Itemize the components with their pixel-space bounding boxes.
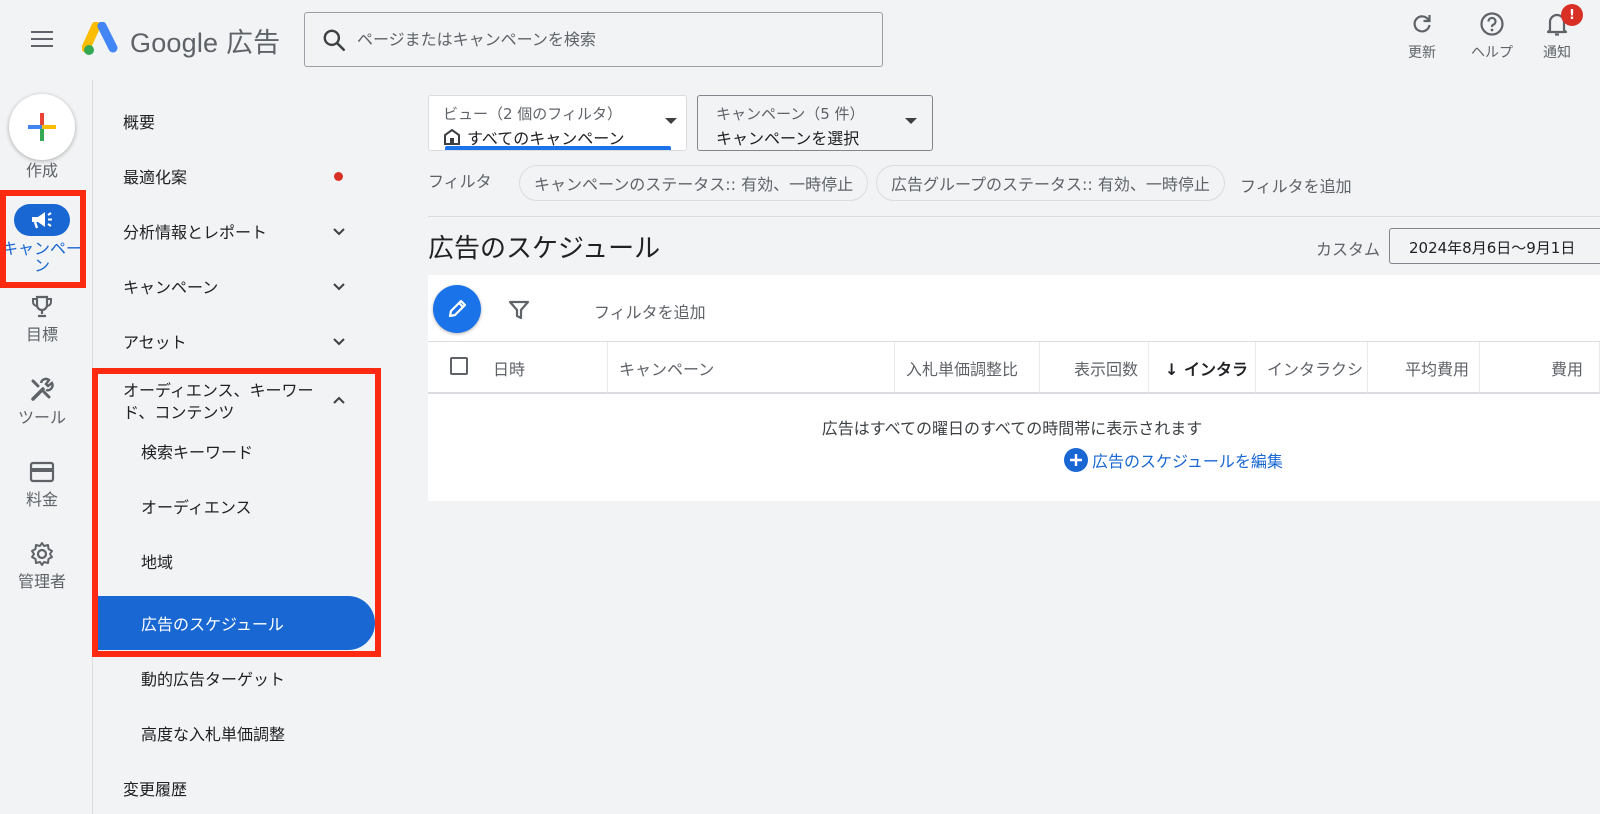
rail-create-label-wrap: 作成 bbox=[0, 162, 84, 179]
create-label: 作成 bbox=[25, 161, 58, 180]
sidebar-item-insights-reports[interactable]: 分析情報とレポート bbox=[93, 204, 377, 258]
column-header-bid-adjustment[interactable]: 入札単価調整比 bbox=[895, 342, 1040, 393]
filter-chip-adgroup-status[interactable]: 広告グループのステータス:: 有効、一時停止 bbox=[876, 165, 1225, 201]
column-header-impressions[interactable]: 表示回数 bbox=[1040, 342, 1149, 393]
add-filter-link[interactable]: フィルタを追加 bbox=[1240, 173, 1352, 197]
filter-label: フィルタ bbox=[428, 172, 492, 191]
gear-icon bbox=[31, 542, 53, 566]
rail-item-tools[interactable]: ツール bbox=[0, 375, 84, 426]
sidebar-item-advanced-bid-adjustments[interactable]: 高度な入札単価調整 bbox=[93, 706, 377, 760]
building-icon bbox=[444, 128, 460, 145]
google-ads-logo[interactable]: Google 広告 bbox=[82, 20, 280, 60]
campaign-selector-value: キャンペーンを選択 bbox=[716, 129, 860, 148]
sidebar-item-campaigns[interactable]: キャンペーン bbox=[93, 259, 377, 313]
column-header-interactions-sorted[interactable]: ↓ インタラ bbox=[1149, 342, 1256, 393]
campaign-selector-label: キャンペーン（5 件） bbox=[716, 105, 865, 123]
filter-chip-campaign-status[interactable]: キャンペーンのステータス:: 有効、一時停止 bbox=[519, 165, 869, 201]
refresh-label: 更新 bbox=[1408, 45, 1436, 61]
view-selector-label: ビュー（2 個のフィルタ） bbox=[443, 105, 623, 123]
divider bbox=[428, 216, 1600, 217]
notifications-label: 通知 bbox=[1543, 45, 1571, 61]
sidebar-item-recommendations[interactable]: 最適化案 bbox=[93, 149, 377, 203]
rail-tools-label: ツール bbox=[17, 408, 66, 427]
add-circle-icon bbox=[1064, 448, 1088, 472]
hamburger-menu-icon[interactable] bbox=[26, 26, 58, 54]
pencil-icon bbox=[448, 299, 467, 318]
rail-billing-label: 料金 bbox=[25, 490, 58, 509]
chevron-down-icon bbox=[327, 337, 351, 346]
column-header-cost[interactable]: 費用 bbox=[1480, 342, 1600, 393]
sidebar-item-label: 変更履歴 bbox=[123, 780, 188, 799]
highlight-box-sidebar bbox=[92, 368, 381, 657]
empty-state-message: 広告はすべての曜日のすべての時間帯に表示されます bbox=[821, 419, 1203, 438]
help-button[interactable]: ヘルプ bbox=[1462, 10, 1522, 62]
create-button[interactable] bbox=[9, 94, 75, 160]
caret-down-icon bbox=[905, 118, 917, 124]
page-title: 広告のスケジュール bbox=[428, 234, 661, 264]
filter-icon bbox=[508, 300, 530, 320]
sidebar-item-label: キャンペーン bbox=[123, 278, 219, 297]
top-header: Google 広告 更新 ヘルプ bbox=[0, 0, 1600, 80]
refresh-icon bbox=[1413, 15, 1431, 33]
search-input[interactable] bbox=[357, 30, 857, 49]
view-selector-underline bbox=[445, 146, 671, 150]
sidebar-item-label: 概要 bbox=[123, 113, 156, 132]
rail-item-billing[interactable]: 料金 bbox=[0, 457, 84, 508]
refresh-button[interactable]: 更新 bbox=[1392, 10, 1452, 62]
highlight-box-rail bbox=[0, 190, 86, 288]
sidebar-item-overview[interactable]: 概要 bbox=[93, 94, 377, 148]
filter-button[interactable] bbox=[504, 295, 534, 325]
sidebar-item-dynamic-ad-targets[interactable]: 動的広告ターゲット bbox=[93, 651, 377, 705]
rail-admin-label: 管理者 bbox=[17, 572, 66, 591]
edit-button[interactable] bbox=[433, 285, 481, 333]
edit-ad-schedule-label: 広告のスケジュールを編集 bbox=[1092, 452, 1283, 471]
tools-icon bbox=[31, 377, 54, 401]
help-label: ヘルプ bbox=[1471, 45, 1513, 61]
sidebar-item-label: 分析情報とレポート bbox=[123, 223, 268, 242]
column-header-interaction-rate[interactable]: インタラクシ bbox=[1256, 342, 1368, 393]
logo-text: Google 広告 bbox=[130, 27, 281, 58]
rail-item-goals[interactable]: 目標 bbox=[0, 292, 84, 343]
search-box[interactable] bbox=[304, 12, 883, 67]
date-preset-label: カスタム bbox=[1316, 240, 1381, 259]
rail-item-admin[interactable]: 管理者 bbox=[0, 539, 84, 590]
plus-icon bbox=[28, 113, 56, 141]
search-icon bbox=[323, 29, 346, 51]
table-header: 日時 キャンペーン 入札単価調整比 表示回数 ↓ インタラ インタラクシ 平均費… bbox=[428, 341, 1600, 394]
campaign-selector[interactable]: キャンペーン（5 件） キャンペーンを選択 bbox=[697, 95, 933, 151]
trophy-icon bbox=[32, 295, 52, 318]
notification-badge: ! bbox=[1561, 4, 1583, 26]
notification-dot bbox=[334, 171, 343, 181]
column-header-avg-cost[interactable]: 平均費用 bbox=[1368, 342, 1480, 393]
column-header-datetime[interactable]: 日時 bbox=[428, 342, 608, 393]
rail-goals-label: 目標 bbox=[25, 325, 58, 344]
table-add-filter[interactable]: フィルタを追加 bbox=[594, 299, 706, 323]
help-icon bbox=[1480, 12, 1504, 36]
sidebar-item-label: 動的広告ターゲット bbox=[141, 670, 286, 689]
view-selector[interactable]: ビュー（2 個のフィルタ） すべてのキャンペーン bbox=[428, 95, 687, 151]
chevron-down-icon bbox=[327, 282, 351, 291]
sidebar-item-label: 高度な入札単価調整 bbox=[141, 725, 286, 744]
chevron-down-icon bbox=[327, 227, 351, 236]
edit-ad-schedule-link[interactable]: 広告のスケジュールを編集 bbox=[1064, 448, 1283, 472]
sidebar-item-label: アセット bbox=[123, 333, 187, 352]
table-panel: フィルタを追加 日時 キャンペーン 入札単価調整比 表示回数 ↓ インタラ イン… bbox=[428, 275, 1600, 501]
notifications-button[interactable]: ! 通知 bbox=[1527, 4, 1587, 62]
google-ads-logo-icon bbox=[82, 22, 118, 55]
sidebar-item-label: 最適化案 bbox=[123, 168, 188, 187]
sidebar-item-assets[interactable]: アセット bbox=[93, 314, 377, 368]
caret-down-icon bbox=[665, 118, 677, 124]
sidebar-item-change-history[interactable]: 変更履歴 bbox=[93, 761, 377, 814]
date-range-button[interactable]: 2024年8月6日〜9月1日 bbox=[1389, 228, 1600, 264]
credit-card-icon bbox=[29, 461, 55, 483]
column-header-campaign[interactable]: キャンペーン bbox=[608, 342, 895, 393]
